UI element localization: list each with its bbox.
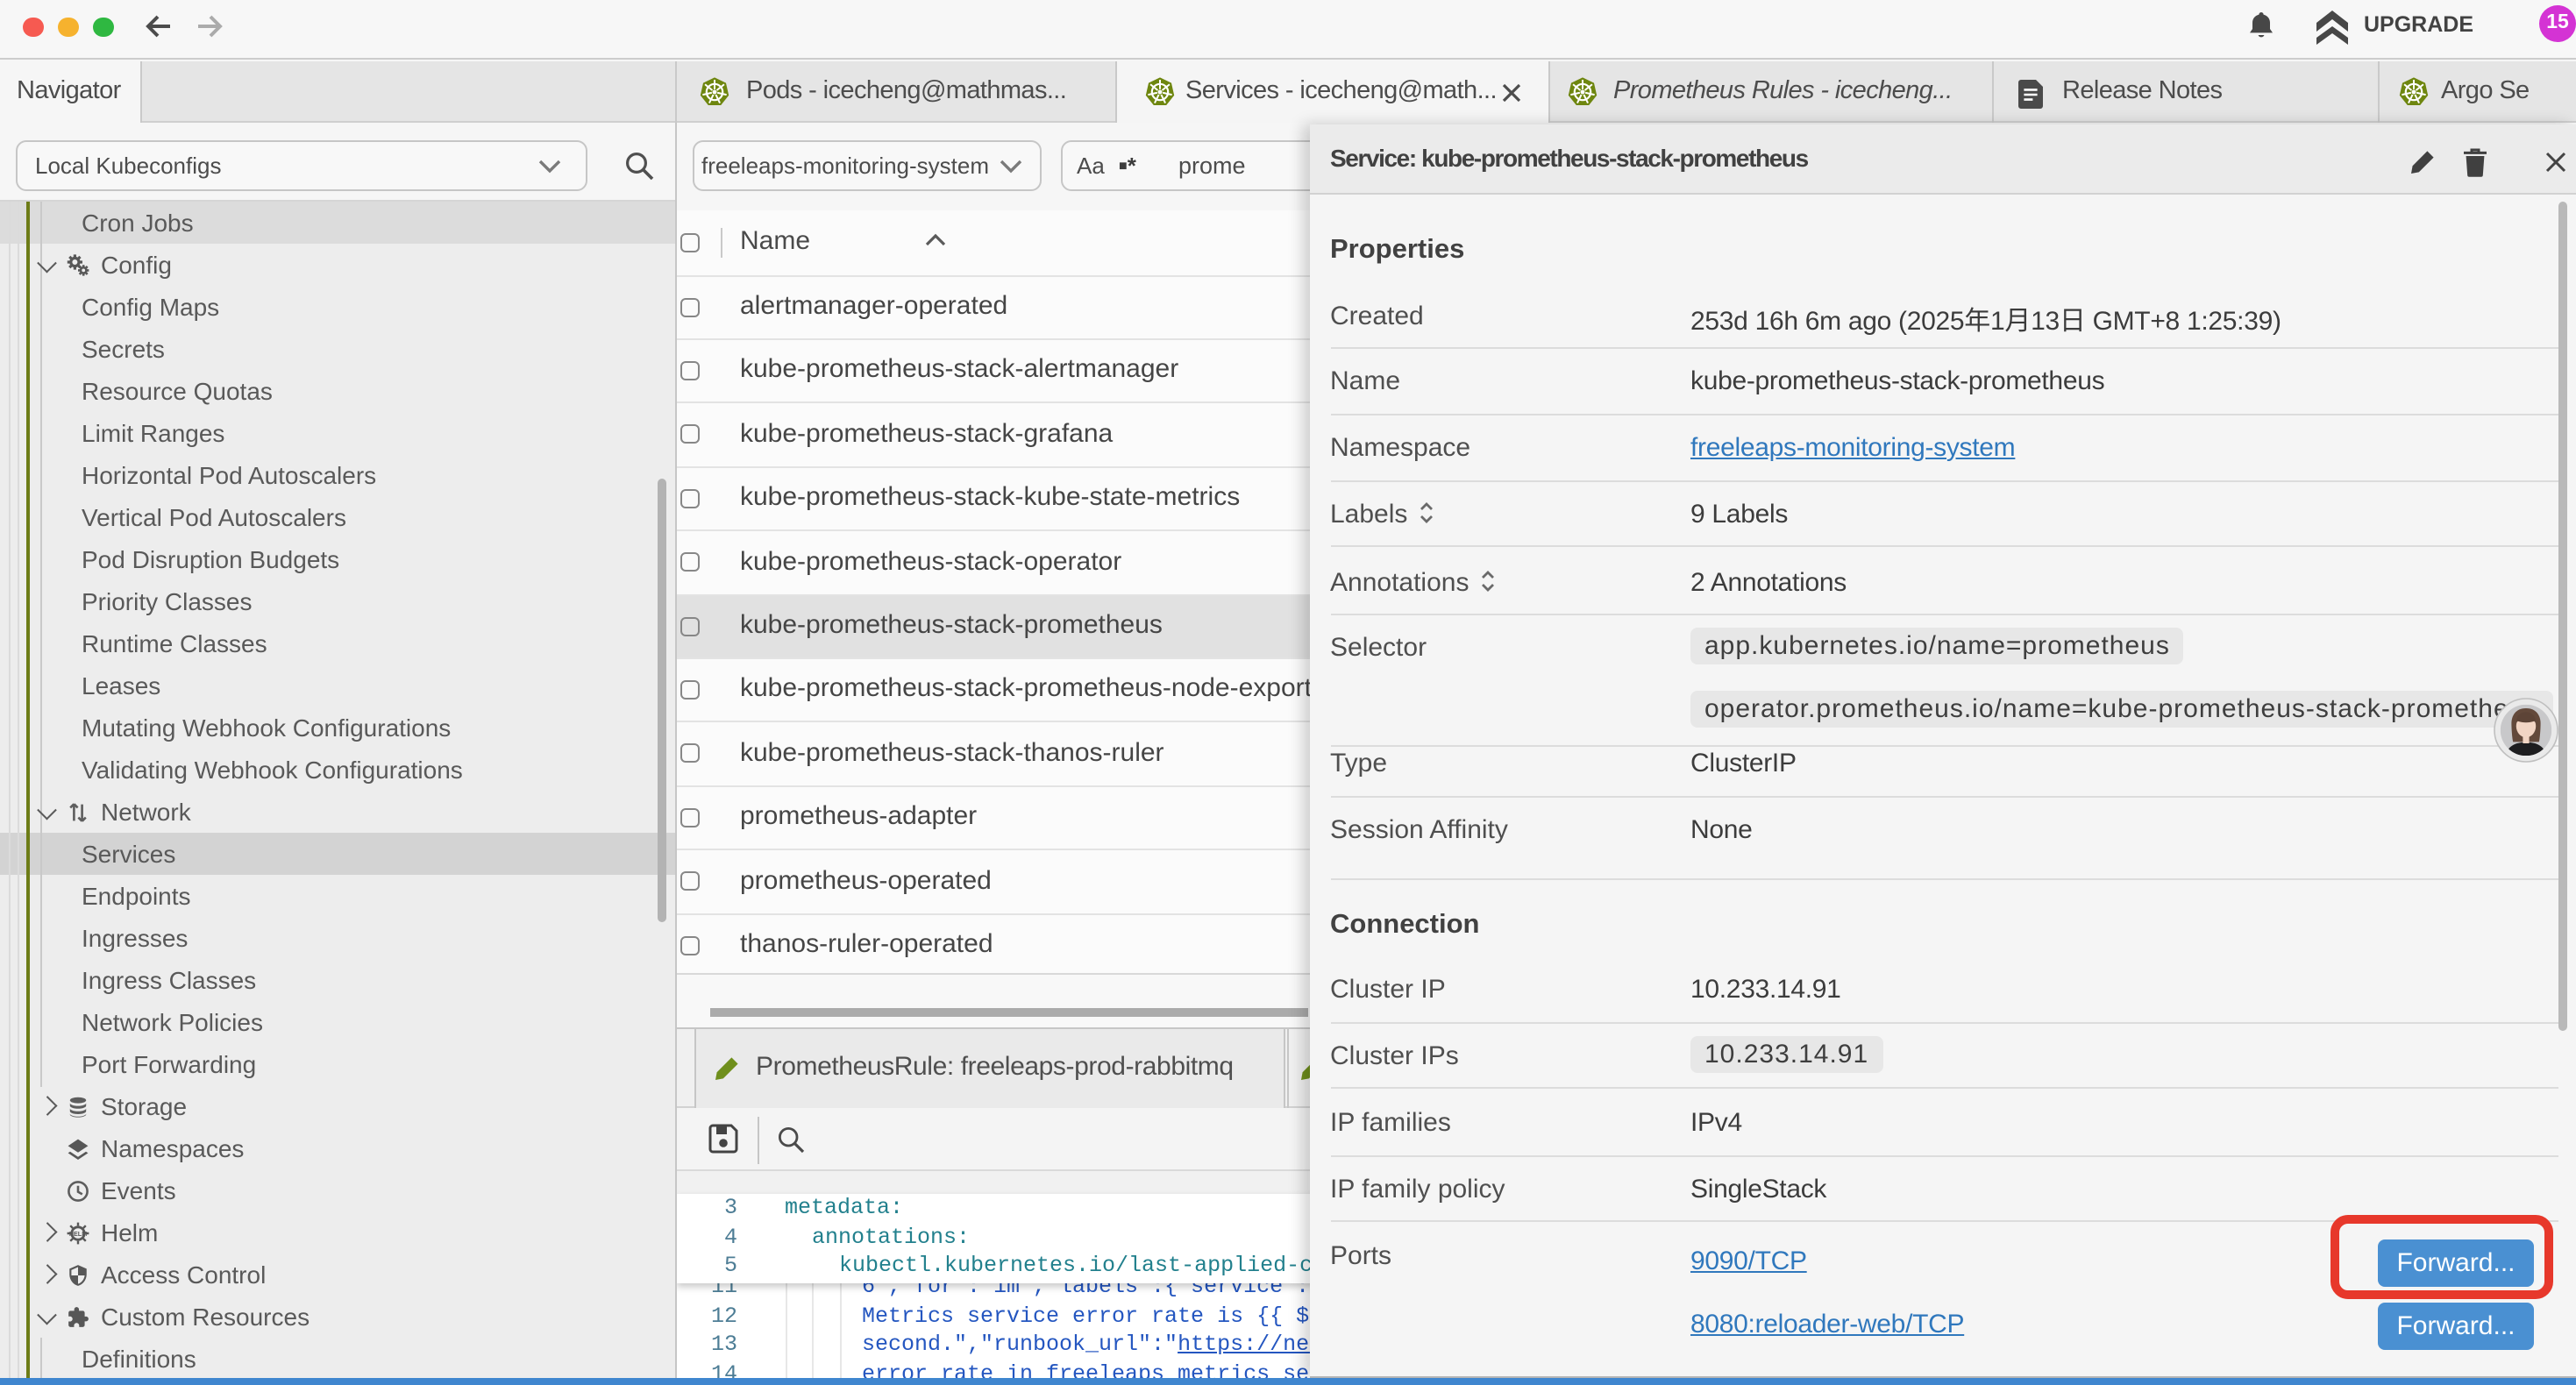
- svg-text:HELM: HELM: [69, 1229, 87, 1237]
